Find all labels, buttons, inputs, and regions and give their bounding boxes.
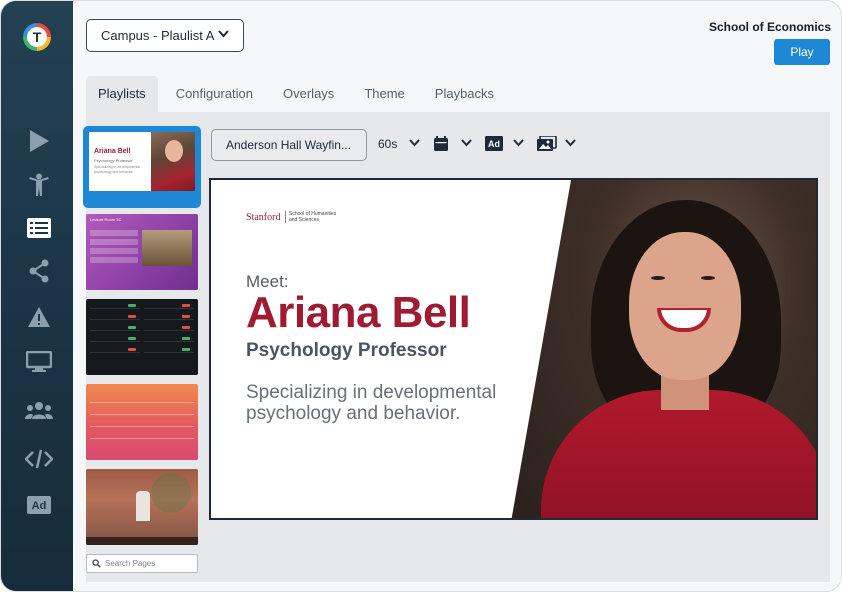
sidebar: T Ad	[1, 1, 73, 591]
tab-configuration[interactable]: Configuration	[164, 76, 265, 112]
status-badge	[128, 304, 136, 307]
search-placeholder: Search Pages	[105, 559, 156, 568]
photo-face	[629, 232, 741, 380]
tab-bar: Playlists Configuration Overlays Theme P…	[86, 76, 512, 112]
thumbnail-subtitle: Psychology Professor	[94, 158, 133, 163]
app-window: T Ad Campus - Plaulist A School of Econo…	[0, 0, 842, 592]
status-badge	[182, 304, 190, 307]
photo-eye	[651, 276, 665, 280]
playlist-panel: Ariana Bell Psychology Professor Special…	[83, 112, 830, 582]
tab-overlays[interactable]: Overlays	[271, 76, 346, 112]
thumbnail-paper: Ariana Bell Psychology Professor Special…	[89, 132, 195, 191]
thumbnail-tree	[151, 473, 191, 513]
page-thumbnail[interactable]: Lecture Room 3C	[86, 214, 198, 290]
image-icon[interactable]	[537, 136, 557, 152]
thumbnail-face	[165, 140, 183, 162]
thumbnail-row	[90, 230, 138, 236]
thumbnail-row	[90, 406, 194, 415]
person-icon[interactable]	[25, 171, 53, 199]
search-input[interactable]: Search Pages	[86, 554, 198, 573]
page-thumbnail[interactable]	[86, 469, 198, 545]
thumbnail-figure	[136, 491, 150, 521]
profile-photo	[511, 180, 816, 518]
photo-eye	[701, 276, 715, 280]
thumbnail-row	[90, 430, 194, 439]
preview-name: Ariana Bell	[246, 288, 471, 337]
campus-select[interactable]: Campus - Plaulist A	[86, 19, 244, 52]
page-select[interactable]: Anderson Hall Wayfin...	[211, 129, 367, 161]
status-badge	[182, 326, 190, 329]
monitor-icon[interactable]	[25, 348, 53, 376]
thumbnail-photo	[151, 132, 195, 191]
warning-icon[interactable]	[25, 303, 53, 331]
code-icon[interactable]	[25, 445, 53, 473]
users-icon[interactable]	[25, 396, 53, 424]
app-logo-letter: T	[27, 27, 47, 47]
stanford-subtitle: School of Humanities and Sciences	[285, 211, 345, 223]
campus-select-value: Campus - Plaulist A	[101, 28, 215, 43]
main-area: Campus - Plaulist A School of Economics …	[73, 1, 841, 591]
calendar-icon[interactable]	[433, 136, 449, 152]
svg-text:Ad: Ad	[32, 500, 47, 512]
preview-title: Psychology Professor	[246, 340, 447, 361]
share-icon[interactable]	[25, 257, 53, 285]
org-name: School of Economics	[708, 20, 831, 34]
chevron-down-icon[interactable]	[461, 139, 472, 147]
page-thumbnail[interactable]	[86, 299, 198, 375]
tab-theme[interactable]: Theme	[352, 76, 416, 112]
thumbnail-description: Specializing in developmental psychology…	[94, 165, 141, 174]
status-badge	[182, 337, 190, 340]
tab-playbacks[interactable]: Playbacks	[423, 76, 506, 112]
chevron-down-icon[interactable]	[513, 139, 524, 147]
preview-description: Specializing in developmental psychology…	[246, 382, 497, 424]
chevron-down-icon[interactable]	[409, 139, 420, 147]
play-icon[interactable]	[25, 127, 53, 155]
status-badge	[128, 337, 136, 340]
thumbnail-row	[90, 257, 138, 263]
thumbnail-name: Ariana Bell	[94, 148, 131, 155]
ad-icon[interactable]: Ad	[25, 491, 53, 519]
search-icon	[92, 559, 101, 568]
thumbnail-row	[90, 394, 194, 403]
thumbnail-image	[142, 230, 192, 266]
thumbnail-row	[90, 248, 138, 254]
list-icon[interactable]	[25, 214, 53, 242]
app-logo[interactable]: T	[23, 23, 51, 51]
svg-text:Ad: Ad	[488, 139, 500, 149]
thumbnail-title: Lecture Room 3C	[90, 217, 122, 222]
stanford-logo: Stanford	[246, 212, 281, 223]
thumbnail-row	[90, 239, 138, 245]
tab-playlists[interactable]: Playlists	[86, 76, 158, 112]
duration-select[interactable]: 60s	[378, 137, 397, 151]
video-controls	[86, 537, 198, 545]
status-badge	[182, 348, 190, 351]
ad-icon[interactable]: Ad	[485, 136, 503, 151]
status-badge	[182, 315, 190, 318]
page-thumbnail[interactable]: Ariana Bell Psychology Professor Special…	[83, 126, 201, 208]
chevron-down-icon[interactable]	[565, 139, 576, 147]
chevron-down-icon	[218, 30, 229, 38]
status-badge	[128, 315, 136, 318]
status-badge	[128, 348, 136, 351]
status-badge	[128, 326, 136, 329]
page-preview: Stanford School of Humanities and Scienc…	[209, 178, 818, 520]
thumbnail-row	[90, 418, 194, 427]
play-button[interactable]: Play	[774, 39, 830, 65]
page-thumbnail[interactable]	[86, 384, 198, 460]
